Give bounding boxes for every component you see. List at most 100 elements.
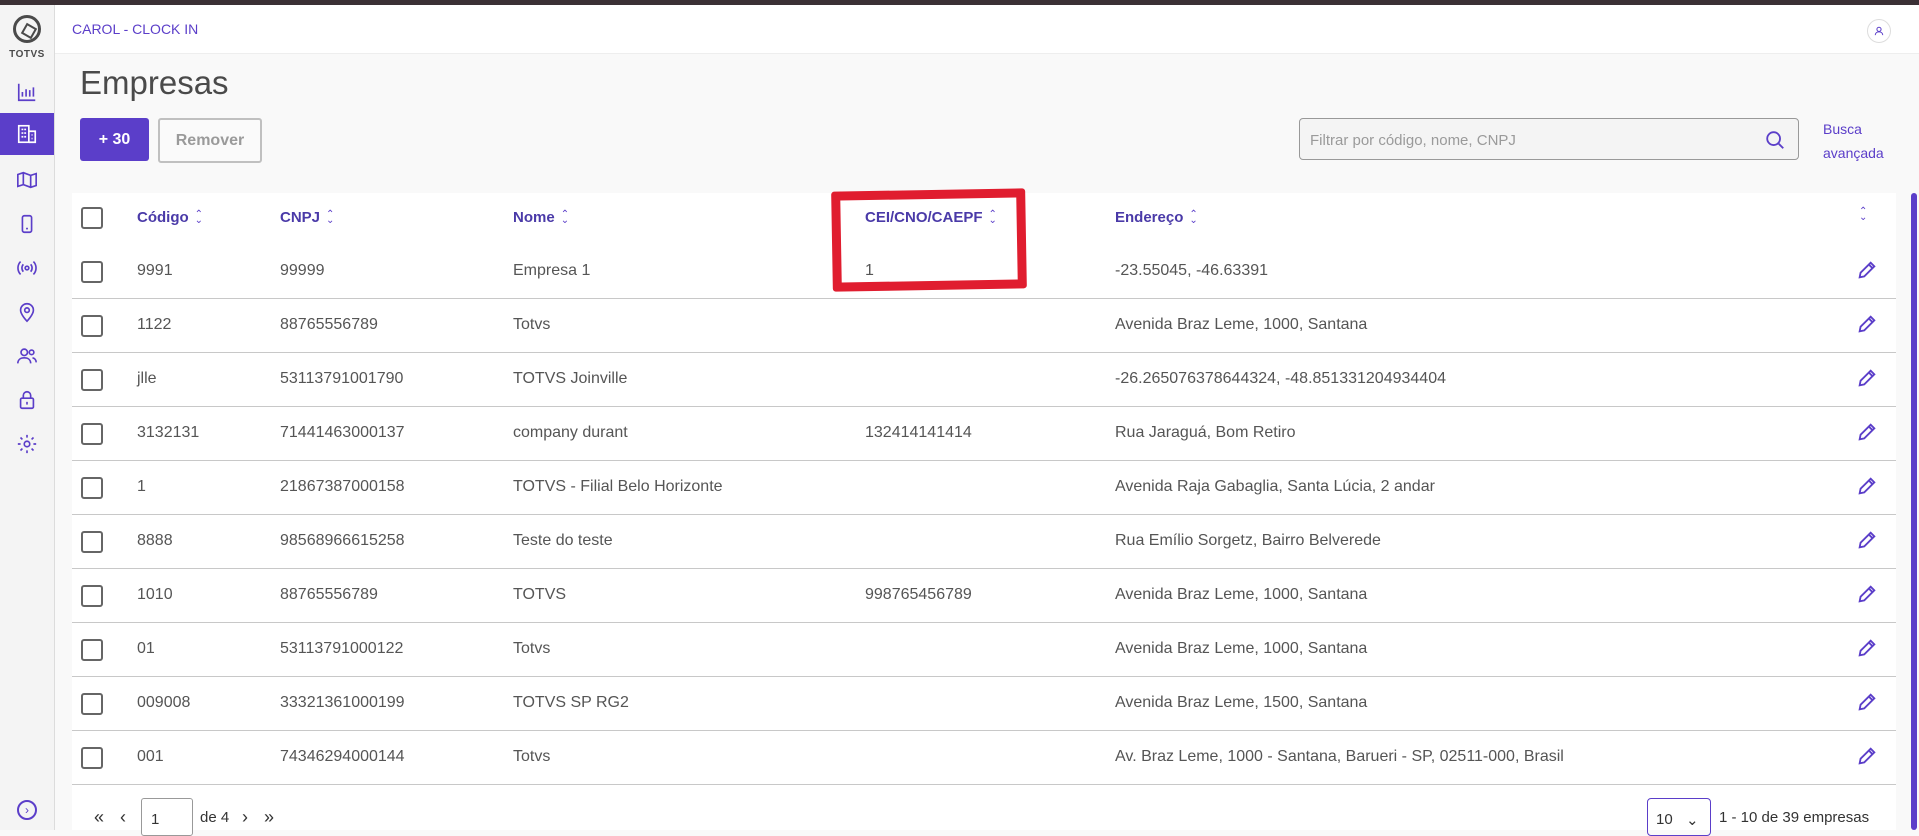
sort-icon: ⌃ ⌄ — [326, 208, 335, 226]
table-row[interactable]: 8888 98568966615258 Teste do teste Rua Emíl… — [72, 515, 1896, 569]
cell-endereco: Avenida Braz Leme, 1000, Santana — [1115, 586, 1368, 603]
previous-page-icon[interactable]: ‹ — [120, 807, 126, 828]
cell-nome: company durant — [513, 424, 628, 441]
page-number-input[interactable]: 1 — [141, 798, 193, 836]
table-row[interactable]: 1010 88765556789 TOTVS 998765456789 Avenida … — [72, 569, 1896, 623]
sidebar-item-dispositivos[interactable] — [0, 203, 54, 245]
cell-cei: 998765456789 — [865, 586, 972, 603]
cell-endereco: Rua Emílio Sorgetz, Bairro Belverede — [1115, 532, 1381, 549]
edit-icon[interactable] — [1856, 313, 1878, 335]
edit-icon[interactable] — [1856, 745, 1878, 767]
sort-icon: ⌃ ⌄ — [1859, 206, 1868, 223]
cell-endereco: Avenida Braz Leme, 1500, Santana — [1115, 694, 1368, 711]
column-settings-button[interactable]: ⌃ ⌄ — [1859, 206, 1868, 223]
edit-icon[interactable] — [1856, 421, 1878, 443]
cell-endereco: Av. Braz Leme, 1000 - Santana, Barueri -… — [1115, 748, 1564, 765]
cell-endereco: -26.265076378644324, -48.851331204934404 — [1115, 370, 1446, 387]
cell-cnpj: 99999 — [280, 262, 325, 279]
scrollbar[interactable] — [1911, 193, 1917, 830]
row-checkbox[interactable] — [81, 369, 103, 391]
cell-cnpj: 74346294000144 — [280, 748, 405, 765]
cell-nome: TOTVS — [513, 586, 567, 603]
edit-icon[interactable] — [1856, 691, 1878, 713]
column-label: CNPJ — [280, 209, 321, 226]
search-icon[interactable] — [1764, 129, 1786, 151]
app-title[interactable]: CAROL - CLOCK IN — [72, 21, 198, 37]
edit-icon[interactable] — [1856, 637, 1878, 659]
cell-endereco: Avenida Braz Leme, 1000, Santana — [1115, 316, 1368, 333]
sidebar: TOTVS › — [0, 5, 55, 830]
row-checkbox[interactable] — [81, 585, 103, 607]
page-size-select[interactable]: 10 ⌄ — [1647, 798, 1711, 836]
search-field[interactable] — [1299, 118, 1799, 160]
cell-codigo: 1122 — [137, 316, 172, 333]
first-page-icon[interactable]: « — [94, 807, 104, 828]
range-text: 1 - 10 de 39 empresas — [1719, 809, 1870, 826]
edit-icon[interactable] — [1856, 259, 1878, 281]
row-checkbox[interactable] — [81, 747, 103, 769]
logo-text: TOTVS — [9, 49, 45, 60]
edit-icon[interactable] — [1856, 367, 1878, 389]
sort-icon: ⌃ ⌄ — [1189, 208, 1198, 226]
advanced-search-line1: Busca — [1823, 121, 1862, 137]
column-header-endereco[interactable]: Endereço ⌃ ⌄ — [1115, 209, 1198, 226]
sidebar-item-usuarios[interactable] — [0, 335, 54, 377]
cell-codigo: 8888 — [137, 532, 173, 549]
broadcast-icon — [17, 261, 37, 275]
column-header-codigo[interactable]: Código ⌃ ⌄ — [137, 209, 203, 226]
page-count-text: de 4 — [200, 809, 230, 826]
cell-nome: Teste do teste — [513, 532, 613, 549]
advanced-search-link[interactable]: Busca avançada — [1823, 117, 1903, 165]
sidebar-item-seguranca[interactable] — [0, 379, 54, 421]
expand-sidebar-button[interactable]: › — [17, 800, 37, 820]
table-row[interactable]: 3132131 71441463000137 company durant 13241… — [72, 407, 1896, 461]
sidebar-item-configuracoes[interactable] — [0, 423, 54, 465]
edit-icon[interactable] — [1856, 475, 1878, 497]
row-checkbox[interactable] — [81, 315, 103, 337]
building-icon — [17, 124, 37, 144]
column-header-nome[interactable]: Nome ⌃ ⌄ — [513, 209, 569, 226]
row-checkbox[interactable] — [81, 693, 103, 715]
row-checkbox[interactable] — [81, 531, 103, 553]
table-row[interactable]: 001 74346294000144 Totvs Av. Braz Leme, 100… — [72, 731, 1896, 785]
column-header-cnpj[interactable]: CNPJ ⌃ ⌄ — [280, 209, 334, 226]
header: CAROL - CLOCK IN — [55, 5, 1919, 54]
sidebar-item-mapa[interactable] — [0, 159, 54, 201]
table-row[interactable]: jlle 53113791001790 TOTVS Joinville -26.265… — [72, 353, 1896, 407]
row-checkbox[interactable] — [81, 477, 103, 499]
cell-codigo: 01 — [137, 640, 155, 657]
page-size-value: 10 — [1656, 811, 1673, 828]
next-page-icon[interactable]: › — [242, 807, 248, 828]
select-all-checkbox[interactable] — [81, 207, 103, 229]
advanced-search-line2: avançada — [1823, 145, 1884, 161]
cell-cnpj: 53113791001790 — [280, 370, 404, 387]
cell-cnpj: 88765556789 — [280, 586, 378, 603]
search-input[interactable] — [1308, 129, 1752, 151]
cell-nome: TOTVS SP RG2 — [513, 694, 629, 711]
table-row[interactable]: 1 21867387000158 TOTVS - Filial Belo Horiz… — [72, 461, 1896, 515]
user-avatar[interactable] — [1867, 19, 1891, 43]
sidebar-item-locais[interactable] — [0, 291, 54, 333]
edit-icon[interactable] — [1856, 529, 1878, 551]
last-page-icon[interactable]: » — [264, 807, 274, 828]
cell-cnpj: 33321361000199 — [280, 694, 405, 711]
table-row[interactable]: 1122 88765556789 Totvs Avenida Braz Leme, 1… — [72, 299, 1896, 353]
table-row[interactable]: 009008 33321361000199 TOTVS SP RG2 Avenida … — [72, 677, 1896, 731]
row-checkbox[interactable] — [81, 639, 103, 661]
sidebar-item-dashboard[interactable] — [0, 71, 54, 113]
bar-chart-icon — [17, 83, 36, 102]
remove-button[interactable]: Remover — [158, 118, 262, 163]
cell-endereco: Avenida Raja Gabaglia, Santa Lúcia, 2 an… — [1115, 478, 1435, 495]
table-row[interactable]: 01 53113791000122 Totvs Avenida Braz Leme, … — [72, 623, 1896, 677]
cell-nome: Empresa 1 — [513, 262, 591, 279]
edit-icon[interactable] — [1856, 583, 1878, 605]
page-title: Empresas — [80, 64, 229, 101]
cell-cnpj: 53113791000122 — [280, 640, 404, 657]
sidebar-item-empresas[interactable] — [0, 113, 54, 155]
cell-codigo: 1010 — [137, 586, 173, 603]
row-checkbox[interactable] — [81, 261, 103, 283]
add-button[interactable]: + 30 — [80, 118, 149, 161]
cell-nome: TOTVS - Filial Belo Horizonte — [513, 478, 723, 495]
sidebar-item-sinais[interactable] — [0, 247, 54, 289]
row-checkbox[interactable] — [81, 423, 103, 445]
